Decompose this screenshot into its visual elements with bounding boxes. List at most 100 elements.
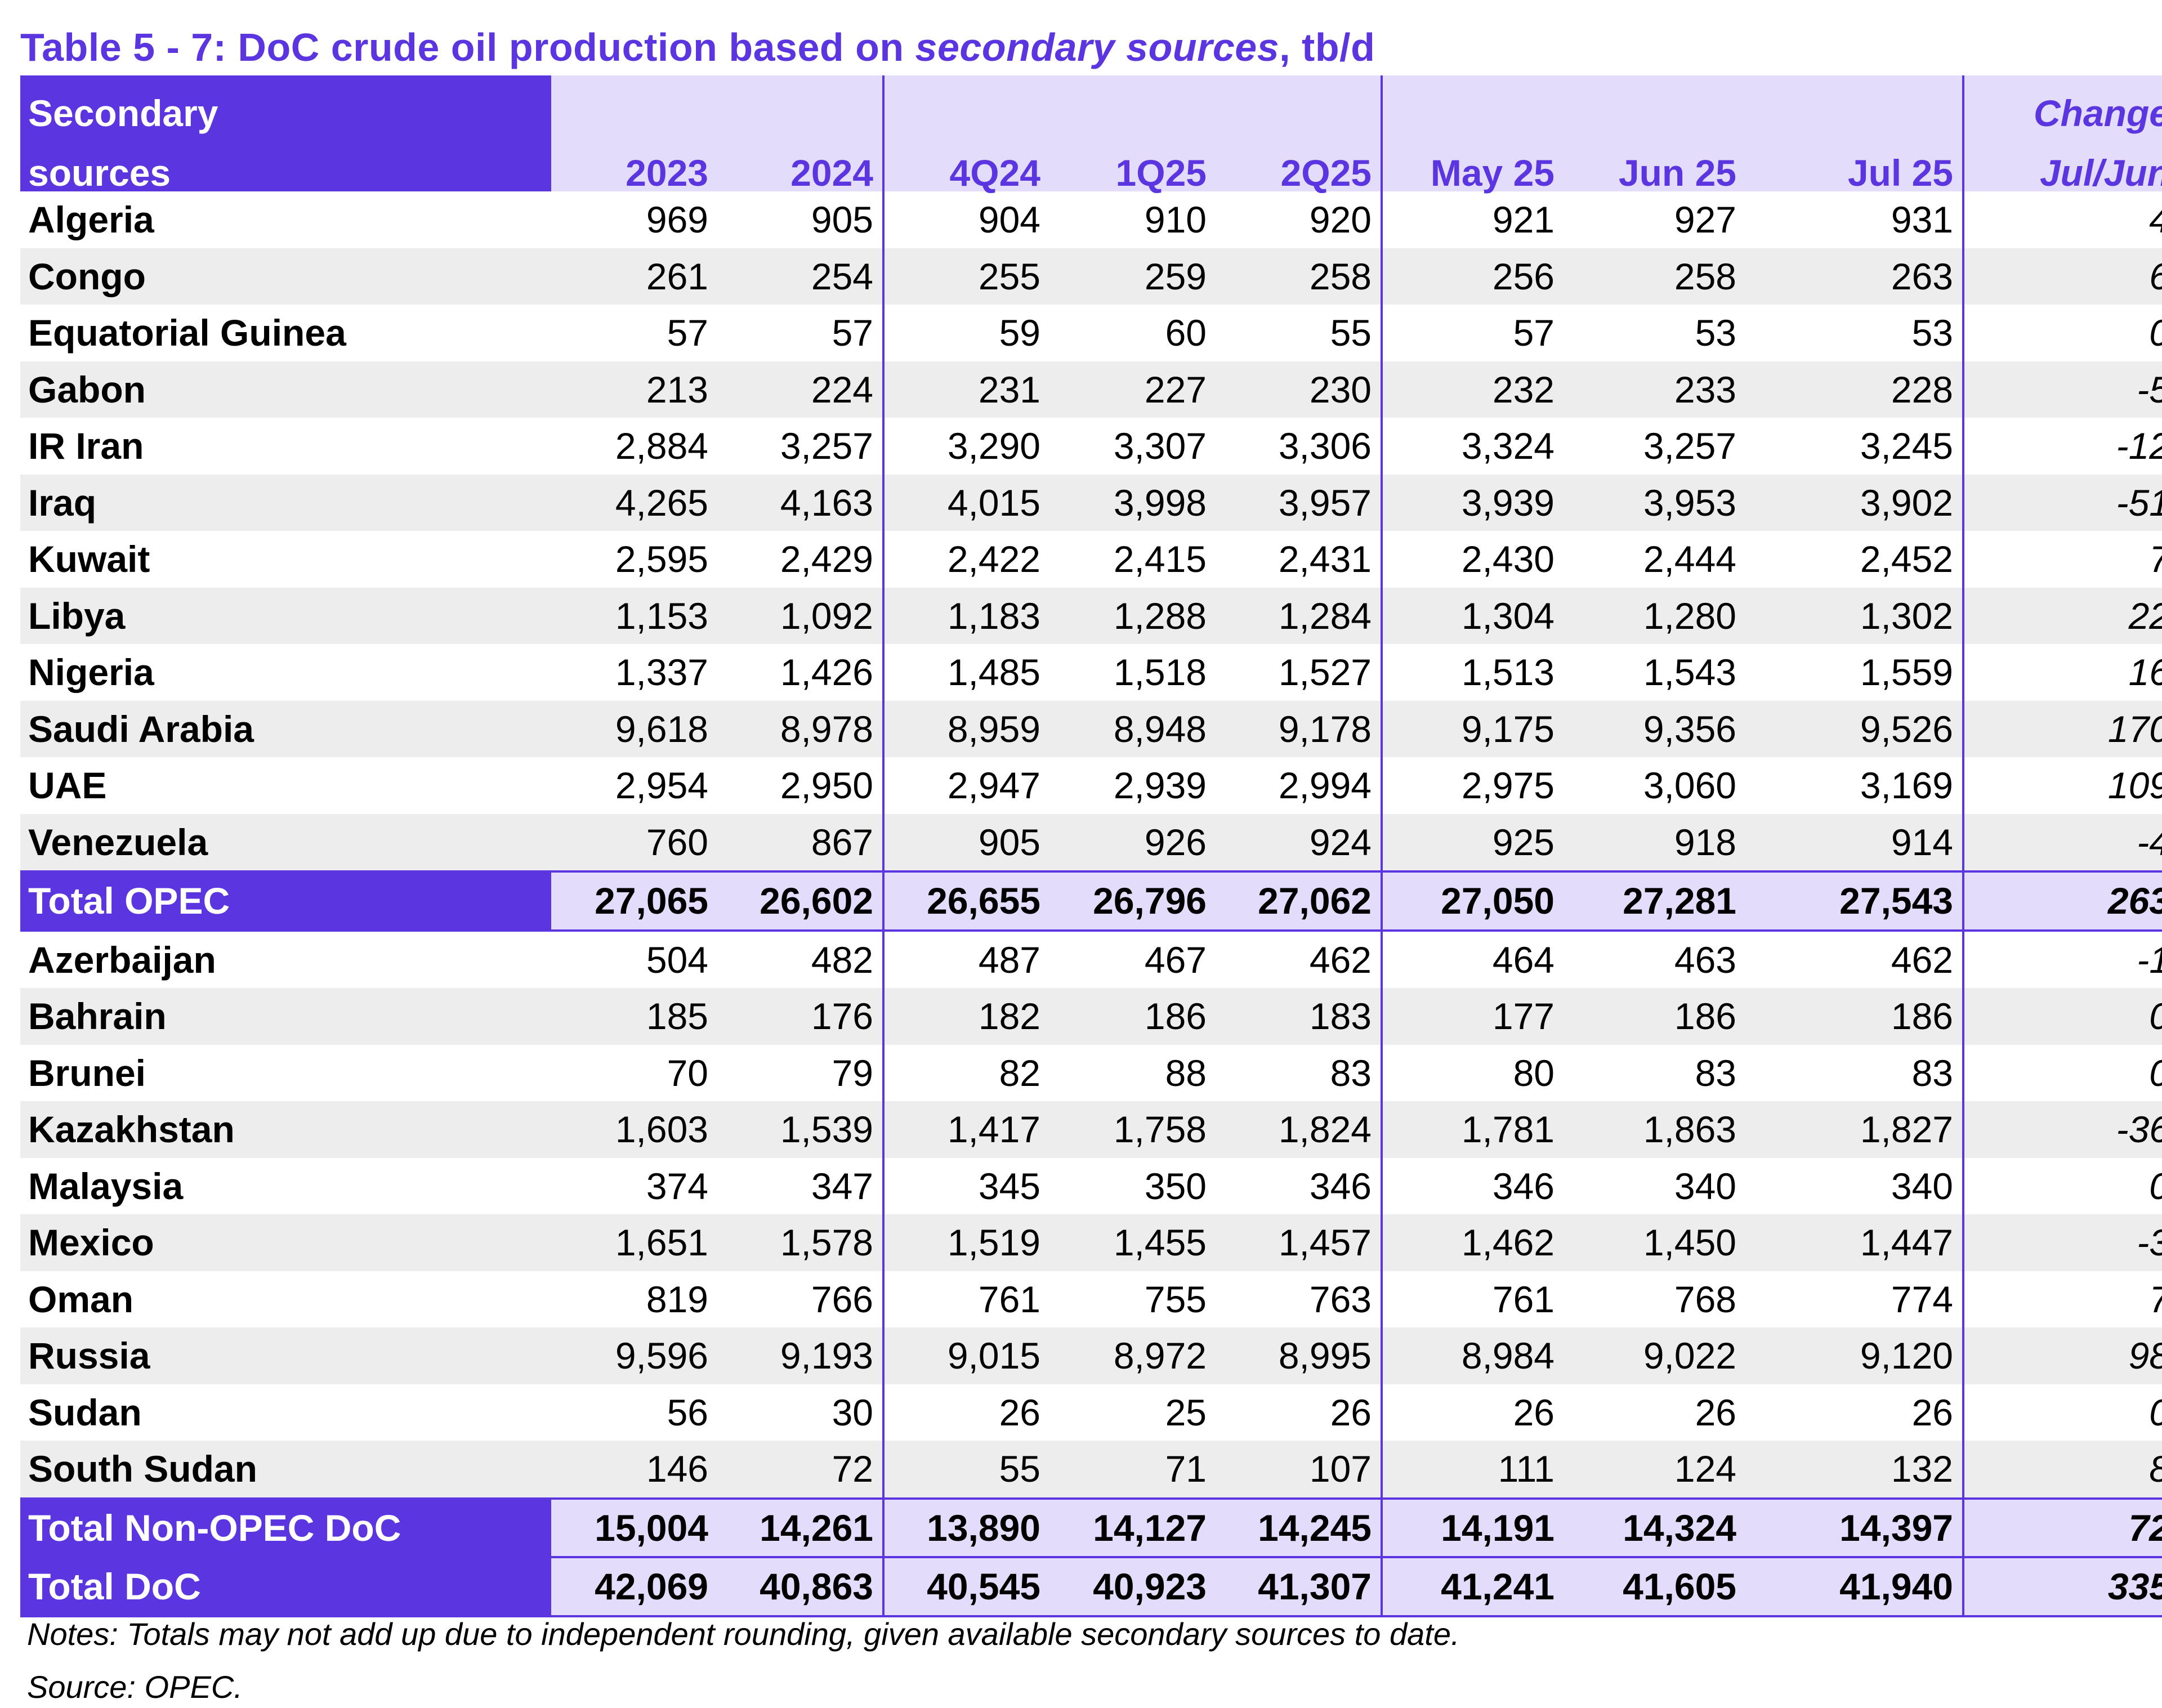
change-cell: 7: [1963, 1271, 2162, 1328]
table-cell: 1,092: [717, 587, 885, 644]
table-cell: 186: [1564, 988, 1745, 1045]
table-notes: Notes: Totals may not add up due to inde…: [27, 1616, 1460, 1652]
row-label: Kazakhstan: [20, 1101, 551, 1158]
table-cell: 345: [978, 1165, 1040, 1207]
table-cell: 1,337: [615, 651, 708, 694]
table-cell: 41,605: [1564, 1556, 1745, 1617]
row-label: Congo: [20, 248, 551, 305]
table-cell: 83: [1695, 1052, 1736, 1094]
table-cell: 462: [1745, 930, 1964, 988]
column-header: May 25: [1382, 135, 1564, 191]
table-row: Azerbaijan504482487467462464463462-1: [20, 930, 2162, 988]
row-label: Russia: [20, 1327, 551, 1384]
row-label: Total Non-OPEC DoC: [20, 1497, 551, 1558]
row-label: Iraq: [20, 474, 551, 531]
table-row: Congo2612542552592582562582636: [20, 248, 2162, 305]
table-cell: 177: [1382, 988, 1564, 1045]
table-cell: 60: [1165, 312, 1207, 354]
table-cell: 905: [717, 191, 885, 248]
row-label: Brunei: [28, 1052, 146, 1094]
table-row: Russia 9,596 9,193 9,015 8,972 8,995 8,984 9,02…: [20, 1327, 2162, 1384]
table-cell: 1,578: [717, 1214, 885, 1271]
table-cell: 258: [1564, 248, 1745, 305]
table-cell: 914: [1745, 813, 1964, 871]
table-cell: 8,972: [1049, 1327, 1216, 1384]
table-cell: 2,452: [1745, 531, 1964, 588]
table-cell: 14,324: [1564, 1497, 1745, 1558]
table-cell: 82: [999, 1052, 1040, 1094]
table-cell: 13,890: [883, 1497, 1049, 1558]
change-cell: 72: [1963, 1497, 2162, 1558]
table-cell: 340: [1745, 1157, 1964, 1214]
table-cell: 3,324: [1461, 425, 1555, 467]
table-cell: 921: [1492, 199, 1555, 241]
table-cell: 53: [1695, 312, 1736, 354]
table-cell: 1,519: [883, 1214, 1049, 1271]
corner-header-line2: sources: [20, 135, 551, 191]
change-cell: -12: [2116, 425, 2162, 467]
change-cell: 335: [1963, 1556, 2162, 1617]
table-cell: 3,290: [947, 425, 1040, 467]
table-cell: 80: [1513, 1052, 1555, 1094]
table-row: Mexico 1,651 1,578 1,519 1,455 1,457 1,462 1,45…: [20, 1214, 2162, 1271]
table-cell: 55: [883, 1441, 1049, 1499]
table-cell: 1,827: [1745, 1101, 1964, 1158]
table-cell: 107: [1216, 1441, 1383, 1499]
table-cell: 55: [1216, 305, 1383, 361]
table-cell: 132: [1745, 1441, 1964, 1499]
table-cell: 918: [1564, 813, 1745, 871]
table-cell: 57: [667, 312, 708, 354]
row-label: Total DoC: [20, 1556, 551, 1617]
table-cell: 27,065: [551, 870, 717, 932]
table-cell: 14,191: [1382, 1497, 1564, 1558]
table-cell: 1,153: [551, 587, 717, 644]
table-cell: 768: [1674, 1278, 1736, 1320]
table-cell: 56: [667, 1391, 708, 1433]
change-cell: -5: [1963, 361, 2162, 418]
table-cell: 40,545: [883, 1556, 1049, 1617]
table-cell: 42,069: [551, 1556, 717, 1617]
table-cell: 83: [1216, 1044, 1383, 1101]
table-cell: 1,457: [1216, 1214, 1383, 1271]
table-cell: 258: [1216, 248, 1383, 305]
header-spacer: [883, 75, 1383, 135]
table-cell: 256: [1382, 248, 1564, 305]
table-cell: 350: [1144, 1165, 1207, 1207]
row-label: Bahrain: [20, 988, 551, 1045]
table-row: UAE 2,954 2,950 2,947 2,939 2,994 2,975 3,060 3,…: [20, 757, 2162, 814]
header-spacer: [551, 75, 885, 135]
table-cell: 346: [1492, 1165, 1555, 1207]
table-cell: 9,022: [1564, 1327, 1745, 1384]
table-cell: 254: [717, 248, 885, 305]
table-cell: 26: [1745, 1384, 1964, 1441]
table-cell: 1,462: [1382, 1214, 1564, 1271]
table-cell: 71: [1049, 1441, 1216, 1499]
table-row: IR Iran 2,884 3,257 3,290 3,307 3,306 3,324 3,2…: [20, 418, 2162, 475]
table-cell: 763: [1216, 1271, 1383, 1327]
row-label: Venezuela: [20, 813, 551, 871]
table-row: Saudi Arabia 9,618 8,978 8,959 8,948 9,178 9,1…: [20, 700, 2162, 757]
column-header: 1Q25: [1049, 135, 1216, 191]
table-cell: 1,539: [717, 1101, 885, 1158]
table-cell: 14,397: [1745, 1497, 1964, 1558]
table-cell: 2,430: [1461, 538, 1555, 580]
table-cell: 70: [667, 1052, 708, 1094]
table-cell: 8,995: [1216, 1327, 1383, 1384]
table-cell: 40,863: [717, 1556, 885, 1617]
change-cell: 0: [1963, 988, 2162, 1045]
table-cell: 2,431: [1216, 531, 1383, 588]
title-suffix: , tb/d: [1279, 25, 1375, 69]
table-row: Venezuela760867905926924925918914-4: [20, 813, 2162, 871]
table-cell: 53: [1745, 305, 1964, 361]
change-cell: 7: [1963, 531, 2162, 588]
table-cell: 2,954: [615, 764, 708, 807]
table-cell: 374: [646, 1165, 708, 1207]
table-row: South Sudan1467255711071111241328: [20, 1441, 2162, 1499]
table-cell: 1,863: [1564, 1101, 1745, 1158]
change-cell: 170: [1963, 700, 2162, 757]
table-cell: 3,957: [1216, 474, 1383, 531]
change-cell: 0: [1963, 1045, 2162, 1102]
row-label: IR Iran: [28, 425, 144, 467]
change-cell: 22: [1963, 587, 2162, 644]
table-cell: 2,994: [1216, 757, 1383, 814]
